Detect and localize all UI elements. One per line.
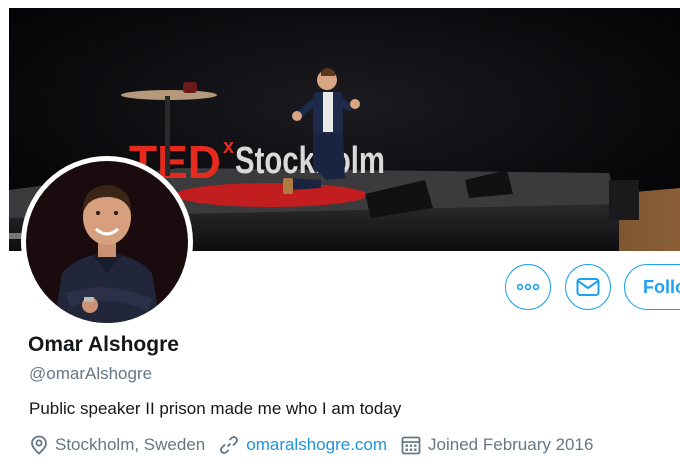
user-handle: @omarAlshogre <box>29 364 153 383</box>
location-pin-icon <box>31 435 47 455</box>
location-text: Stockholm, Sweden <box>55 435 206 454</box>
website-link[interactable]: omaralshogre.com <box>246 435 387 455</box>
website-item: omaralshogre.com <box>219 435 387 455</box>
joined-date-text: Joined February 2016 <box>428 435 594 454</box>
more-dots-icon <box>517 283 539 291</box>
profile-meta: Stockholm, Sweden omaralshogre.com Joine… <box>30 432 607 458</box>
display-name: Omar Alshogre <box>28 333 179 356</box>
envelope-icon <box>576 278 600 296</box>
profile-page: TED x Stockholm Foll Omar Alshogre @omar… <box>0 0 680 470</box>
joined-item: Joined February 2016 <box>401 435 593 455</box>
more-options-button[interactable] <box>505 264 551 310</box>
location-item: Stockholm, Sweden <box>30 435 205 455</box>
ted-city-letters: Stockholm <box>235 140 385 182</box>
follow-button[interactable]: Follow <box>624 264 680 310</box>
link-icon <box>220 436 239 454</box>
avatar-photo <box>26 161 188 323</box>
profile-avatar[interactable] <box>21 156 193 328</box>
ted-x-letter: x <box>223 136 234 158</box>
calendar-icon <box>401 436 421 455</box>
profile-bio: Public speaker II prison made me who I a… <box>29 399 402 418</box>
message-button[interactable] <box>565 264 611 310</box>
